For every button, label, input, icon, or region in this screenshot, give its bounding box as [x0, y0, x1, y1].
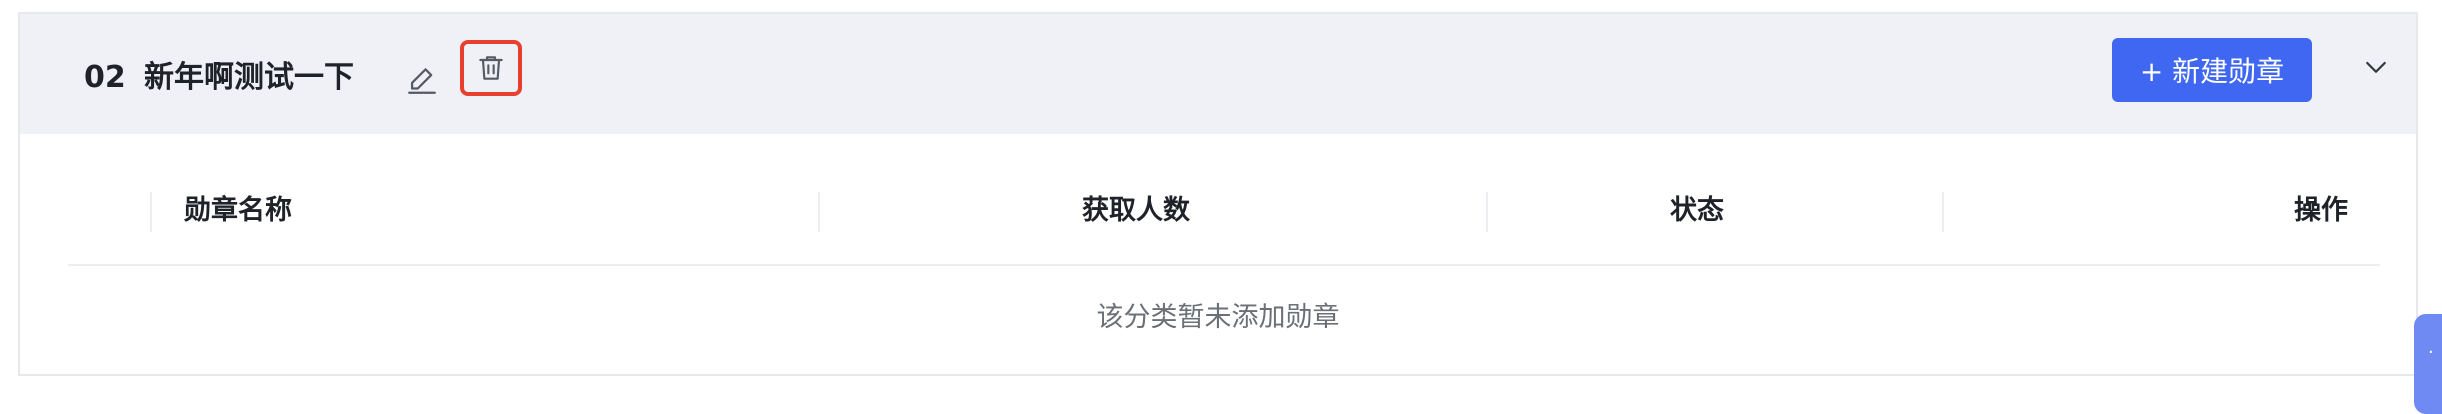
column-separator	[818, 192, 820, 232]
column-separator	[1486, 192, 1488, 232]
column-separator	[150, 192, 152, 232]
collapse-toggle[interactable]	[2356, 48, 2396, 88]
edit-category-button[interactable]	[400, 58, 444, 102]
column-header-recipient-count: 获取人数	[1082, 195, 1190, 226]
category-number: 02	[84, 60, 126, 95]
category-title: 新年啊测试一下	[144, 60, 354, 95]
badge-table-header: 勋章名称 获取人数 状态 操作	[70, 186, 2380, 236]
trash-icon	[479, 56, 503, 80]
column-header-status: 状态	[1670, 195, 1724, 226]
column-header-badge-name: 勋章名称	[184, 195, 292, 226]
side-tab-glyph: ·	[2428, 342, 2434, 363]
delete-category-button[interactable]	[460, 40, 522, 96]
badge-category-card: 02 新年啊测试一下 + 新建勋章 勋章名称 获取人数 状态 操作 该分类暂未添…	[18, 12, 2418, 376]
column-separator	[1942, 192, 1944, 232]
empty-state-message: 该分类暂未添加勋章	[1096, 302, 1340, 333]
table-divider	[68, 264, 2380, 266]
floating-side-tab[interactable]: ·	[2414, 314, 2442, 414]
category-header: 02 新年啊测试一下 + 新建勋章	[20, 14, 2416, 134]
new-badge-button[interactable]: + 新建勋章	[2112, 38, 2312, 102]
chevron-down-icon	[2366, 61, 2386, 73]
edit-icon	[408, 68, 436, 94]
column-header-actions: 操作	[2294, 195, 2348, 226]
